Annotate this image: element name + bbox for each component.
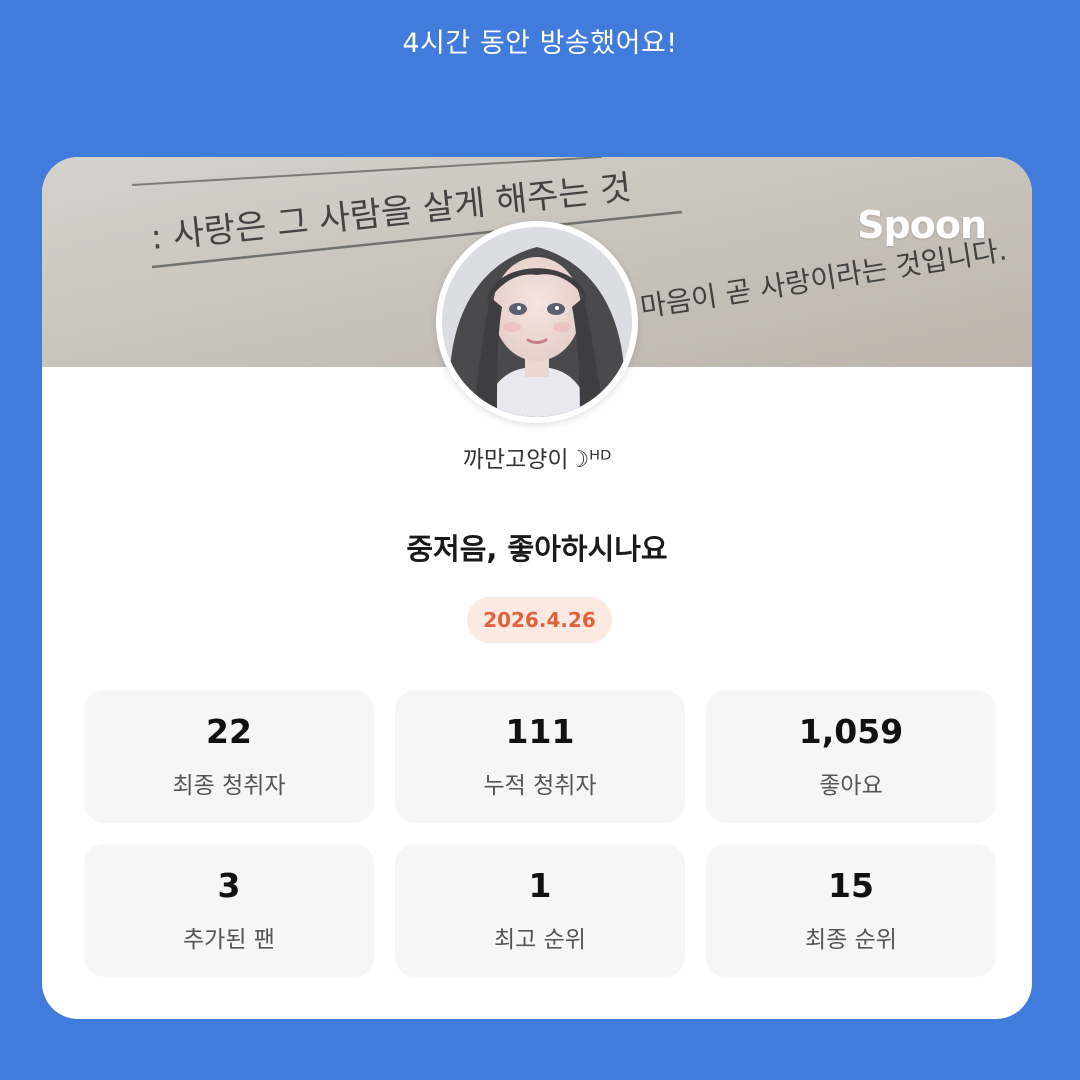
broadcast-title: 중저음, 좋아하시나요 [406, 532, 668, 566]
stat-value: 22 [206, 712, 252, 751]
stat-value: 3 [217, 866, 241, 905]
stat-value: 1 [528, 866, 552, 905]
profile-nickname: 까만고양이☽ᴴᴰ [462, 447, 612, 473]
stat-final-listeners: 22 최종 청취자 [84, 690, 374, 823]
stat-final-rank: 15 최종 순위 [706, 844, 996, 977]
stat-label: 최종 청취자 [172, 773, 286, 799]
profile-avatar[interactable] [436, 221, 638, 423]
stat-label: 추가된 팬 [183, 927, 275, 953]
stat-likes: 1,059 좋아요 [706, 690, 996, 823]
stat-highest-rank: 1 최고 순위 [395, 844, 685, 977]
broadcast-date-badge: 2026.4.26 [467, 597, 612, 643]
stat-value: 1,059 [798, 712, 904, 751]
stats-grid: 22 최종 청취자 111 누적 청취자 1,059 좋아요 3 추가된 팬 1… [84, 690, 996, 977]
stat-value: 15 [828, 866, 874, 905]
broadcast-summary-card: : 사랑은 그 사람을 살게 해주는 것 마음이 곧 사랑이라는 것입니다. S… [42, 157, 1032, 1019]
stat-label: 누적 청취자 [483, 773, 597, 799]
stat-total-listeners: 111 누적 청취자 [395, 690, 685, 823]
stat-label: 최고 순위 [494, 927, 586, 953]
stat-label: 최종 순위 [805, 927, 897, 953]
broadcast-duration-headline: 4시간 동안 방송했어요! [402, 28, 678, 59]
stat-label: 좋아요 [819, 773, 883, 799]
spoon-logo: Spoon [857, 203, 987, 247]
stat-new-fans: 3 추가된 팬 [84, 844, 374, 977]
stat-value: 111 [505, 712, 575, 751]
avatar-illustration-icon [442, 227, 632, 417]
